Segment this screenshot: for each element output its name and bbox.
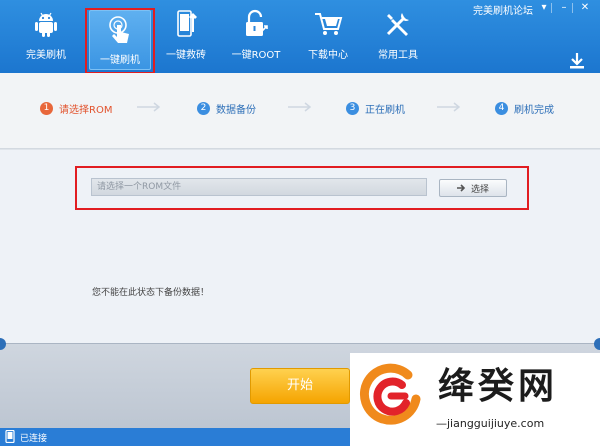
warning-text: 您不能在此状态下备份数据！ (92, 288, 210, 298)
tools-icon (386, 13, 409, 36)
toolbar-item-download-center[interactable]: 下载中心 (297, 6, 359, 70)
connection-status: 已连接 (20, 434, 48, 444)
rom-file-input[interactable]: 请选择一个ROM文件 (91, 178, 427, 196)
watermark-logo-icon (360, 363, 421, 425)
toolbar-item-label: 常用工具 (378, 50, 418, 61)
step-flashing: 3 正在刷机 (346, 100, 405, 116)
minimize-button[interactable]: – (555, 1, 573, 15)
toolbar-item-label: 下载中心 (308, 50, 348, 61)
toolbar-item-label: 一键ROOT (231, 50, 281, 61)
arrow-right-icon (456, 184, 466, 192)
step-data-backup: 2 数据备份 (197, 100, 256, 116)
divider (551, 3, 552, 13)
start-button[interactable]: 开始 (250, 368, 350, 404)
step-label: 请选择ROM (59, 104, 113, 116)
arrow-right-icon (437, 102, 461, 112)
choose-rom-button[interactable]: 选择 (439, 179, 507, 197)
choose-button-label: 选择 (470, 184, 489, 195)
toolbar-item-label: 一键救砖 (166, 50, 206, 61)
step-label: 数据备份 (216, 104, 256, 116)
arrow-right-icon (288, 102, 312, 112)
phone-wrench-icon (177, 10, 197, 37)
divider (572, 3, 573, 13)
toolbar-item-one-click-root[interactable]: 一键ROOT (225, 6, 287, 70)
arrow-right-icon (137, 102, 161, 112)
toolbar-item-perfect-flash[interactable]: 完美刷机 (15, 6, 77, 70)
toolbar-item-label: 完美刷机 (26, 50, 66, 61)
watermark-subtitle: —jiangguijiuye.com (436, 417, 545, 430)
unlock-icon (246, 9, 268, 36)
toolbar-item-brick-rescue[interactable]: 一键救砖 (155, 6, 217, 70)
step-label: 刷机完成 (514, 104, 554, 116)
step-number: 2 (197, 101, 210, 115)
step-label: 正在刷机 (365, 104, 405, 116)
step-number: 3 (346, 101, 359, 115)
android-icon (35, 12, 57, 37)
download-icon[interactable] (568, 52, 586, 70)
step-number: 1 (40, 101, 53, 115)
step-number: 4 (495, 101, 508, 115)
forum-link[interactable]: 完美刷机论坛 (473, 2, 533, 17)
toolbar-item-common-tools[interactable]: 常用工具 (367, 6, 429, 70)
phone-icon (5, 430, 15, 443)
watermark-title: 绛癸网 (438, 366, 559, 407)
highlight-frame (85, 8, 155, 74)
step-select-rom: 1 请选择ROM (40, 100, 112, 116)
step-flash-complete: 4 刷机完成 (495, 100, 554, 116)
resize-handle (594, 338, 600, 350)
shopping-cart-icon (315, 13, 343, 35)
close-button[interactable]: ✕ (576, 1, 594, 15)
